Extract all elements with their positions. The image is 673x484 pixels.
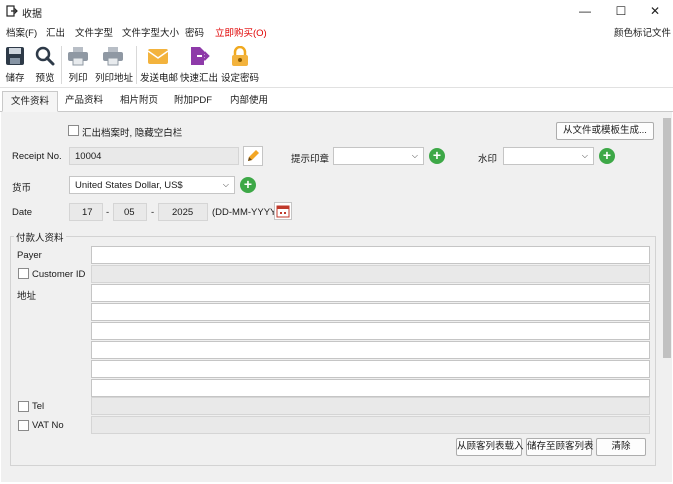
send-email-button[interactable]: 发送电邮 — [140, 44, 179, 86]
print-address-button[interactable]: 列印地址 — [95, 44, 134, 86]
save-button[interactable]: 储存 — [2, 44, 28, 86]
address-line-1[interactable] — [91, 284, 650, 302]
lock-icon — [232, 46, 248, 66]
stamp-select[interactable]: ⌵ — [333, 147, 424, 165]
date-year-field[interactable]: 2025 — [158, 203, 208, 221]
print-button[interactable]: 列印 — [64, 44, 92, 86]
hide-blank-label: 汇出档案时, 隐藏空白栏 — [82, 128, 183, 139]
currency-label: 货币 — [12, 183, 32, 194]
chevron-down-icon: ⌵ — [222, 180, 229, 189]
customer-id-input[interactable] — [91, 265, 650, 283]
send-email-label: 发送电邮 — [140, 73, 179, 84]
save-icon — [6, 47, 24, 65]
menu-font[interactable]: 文件字型 — [75, 25, 113, 39]
vat-label: VAT No — [32, 420, 64, 431]
receipt-no-field[interactable]: 10004 — [69, 147, 239, 165]
clear-button[interactable]: 清除 — [596, 438, 646, 456]
window-title: 收据 — [22, 9, 42, 20]
print-address-icon — [103, 47, 123, 66]
menu-color-tag[interactable]: 颜色标记文件 — [614, 25, 671, 39]
minimize-button[interactable]: — — [567, 0, 603, 22]
date-month-field[interactable]: 05 — [113, 203, 147, 221]
quick-export-button[interactable]: 快速汇出 — [180, 44, 218, 86]
preview-icon — [35, 46, 55, 66]
currency-value: United States Dollar, US$ — [75, 180, 183, 191]
edit-receipt-no-button[interactable] — [243, 146, 263, 166]
receipt-no-label: Receipt No. — [12, 151, 62, 162]
load-from-customer-list-button[interactable]: 从顾客列表载入 — [456, 438, 524, 456]
tab-internal-use[interactable]: 内部使用 — [222, 91, 276, 112]
tab-document-info[interactable]: 文件资料 — [2, 91, 59, 112]
set-password-button[interactable]: 设定密码 — [221, 44, 259, 86]
date-separator: - — [151, 207, 155, 218]
generate-from-template-button[interactable]: 从文件或模板生成... — [556, 122, 654, 140]
print-address-label: 列印地址 — [95, 73, 134, 84]
payer-label: Payer — [17, 250, 42, 261]
add-watermark-icon[interactable]: + — [599, 148, 615, 164]
toolbar-separator — [136, 46, 137, 84]
save-label: 储存 — [5, 73, 25, 84]
close-button[interactable]: ✕ — [637, 0, 673, 22]
date-format-hint: (DD-MM-YYYY) — [212, 207, 280, 218]
vat-checkbox[interactable] — [18, 420, 29, 431]
customer-id-checkbox[interactable] — [18, 268, 29, 279]
customer-id-label: Customer ID — [32, 269, 86, 280]
payer-input[interactable] — [91, 246, 650, 264]
tel-checkbox[interactable] — [18, 401, 29, 412]
menu-buy-now[interactable]: 立即购买(O) — [215, 25, 267, 39]
stamp-label: 提示印章 — [291, 154, 330, 165]
chevron-down-icon: ⌵ — [581, 151, 588, 160]
address-line-5[interactable] — [91, 360, 650, 378]
tel-input[interactable] — [91, 397, 650, 415]
scrollbar-thumb[interactable] — [663, 118, 671, 358]
preview-label: 预览 — [35, 73, 55, 84]
hide-blank-checkbox[interactable] — [68, 125, 79, 136]
menu-font-size[interactable]: 文件字型大小 — [122, 25, 179, 39]
date-separator: - — [106, 207, 110, 218]
address-line-4[interactable] — [91, 341, 650, 359]
calendar-button[interactable] — [274, 202, 292, 220]
tab-photo-attachment[interactable]: 相片附页 — [112, 91, 166, 112]
address-line-6[interactable] — [91, 379, 650, 397]
print-label: 列印 — [68, 73, 88, 84]
tab-attach-pdf[interactable]: 附加PDF — [166, 91, 220, 112]
watermark-label: 水印 — [478, 154, 498, 165]
receipt-no-value: 10004 — [75, 151, 102, 162]
menu-password[interactable]: 密码 — [185, 25, 204, 39]
save-to-customer-list-button[interactable]: 储存至顾客列表 — [526, 438, 594, 456]
currency-select[interactable]: United States Dollar, US$ ⌵ — [69, 176, 235, 194]
pencil-icon — [248, 150, 259, 161]
tel-label: Tel — [32, 401, 45, 412]
date-day-field[interactable]: 17 — [69, 203, 103, 221]
chevron-down-icon: ⌵ — [411, 151, 418, 160]
toolbar-separator — [61, 46, 62, 84]
address-line-2[interactable] — [91, 303, 650, 321]
add-stamp-icon[interactable]: + — [429, 148, 445, 164]
quick-export-label: 快速汇出 — [180, 73, 219, 84]
payer-info-title: 付款人资料 — [14, 230, 66, 244]
vat-input[interactable] — [91, 416, 650, 434]
watermark-select[interactable]: ⌵ — [503, 147, 594, 165]
menu-export[interactable]: 汇出 — [46, 25, 65, 39]
address-line-3[interactable] — [91, 322, 650, 340]
print-icon — [68, 47, 88, 66]
calendar-icon — [276, 205, 290, 218]
set-password-label: 设定密码 — [221, 73, 260, 84]
quick-export-icon — [191, 47, 210, 65]
address-label: 地址 — [17, 291, 37, 302]
preview-button[interactable]: 预览 — [32, 44, 58, 86]
app-icon — [6, 5, 18, 17]
date-label: Date — [12, 207, 33, 218]
menu-file[interactable]: 档案(F) — [6, 25, 37, 39]
add-currency-icon[interactable]: + — [240, 177, 256, 193]
maximize-button[interactable]: ☐ — [603, 0, 639, 22]
email-icon — [147, 49, 169, 64]
tab-product-info[interactable]: 产品资料 — [57, 91, 111, 112]
